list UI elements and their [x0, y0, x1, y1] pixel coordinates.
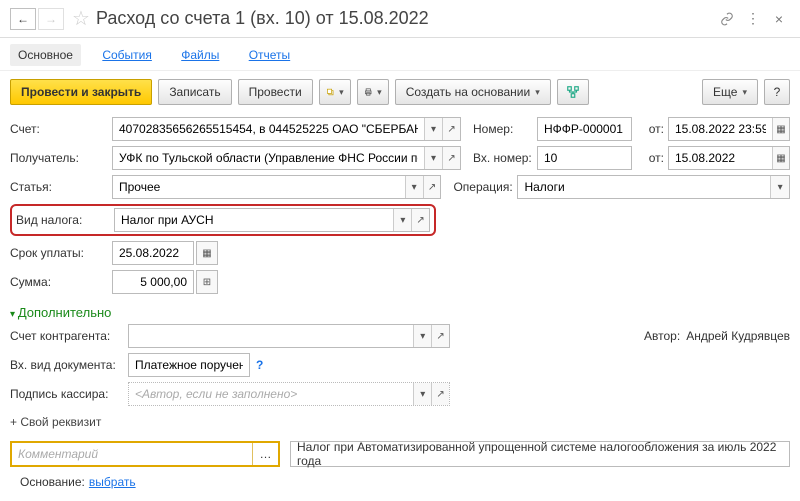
tab-bar: Основное События Файлы Отчеты — [0, 38, 800, 71]
more-icon[interactable]: ⋮ — [742, 8, 764, 30]
print-dropdown[interactable] — [357, 79, 389, 105]
open-icon[interactable]: ↗ — [423, 176, 441, 198]
number-label: Номер: — [473, 122, 537, 136]
save-button[interactable]: Записать — [158, 79, 231, 105]
tab-events[interactable]: События — [94, 44, 160, 66]
number-input[interactable] — [538, 118, 631, 140]
ext-doc-type-input[interactable] — [129, 354, 249, 376]
dropdown-icon[interactable]: ▾ — [413, 383, 431, 405]
window-header: ← → ☆ Расход со счета 1 (вх. 10) от 15.0… — [0, 0, 800, 38]
from-label-2: от: — [640, 151, 664, 165]
dropdown-icon[interactable]: ▾ — [424, 147, 442, 169]
additional-toggle[interactable]: Дополнительно — [10, 299, 790, 324]
close-icon[interactable]: × — [768, 8, 790, 30]
calendar-icon[interactable]: ▦ — [772, 118, 789, 140]
window-title: Расход со счета 1 (вх. 10) от 15.08.2022 — [96, 8, 712, 29]
ext-number-input[interactable] — [538, 147, 631, 169]
author-label: Автор: — [644, 329, 680, 343]
cashier-sign-input[interactable] — [129, 383, 413, 405]
cashier-sign-label: Подпись кассира: — [10, 387, 128, 401]
dropdown-icon[interactable]: ▾ — [405, 176, 423, 198]
calendar-icon[interactable]: ▦ — [772, 147, 789, 169]
command-toolbar: Провести и закрыть Записать Провести Соз… — [0, 71, 800, 113]
due-date-label: Срок уплаты: — [10, 246, 112, 260]
open-icon[interactable]: ↗ — [431, 383, 449, 405]
operation-label: Операция: — [453, 180, 517, 194]
open-icon[interactable]: ↗ — [442, 118, 460, 140]
link-icon[interactable] — [716, 8, 738, 30]
account-label: Счет: — [10, 122, 112, 136]
create-based-dropdown[interactable]: Создать на основании — [395, 79, 551, 105]
tab-reports[interactable]: Отчеты — [241, 44, 298, 66]
author-value: Андрей Кудрявцев — [686, 329, 790, 343]
basis-label: Основание: — [20, 475, 85, 489]
account-input[interactable] — [113, 118, 424, 140]
tax-type-label: Вид налога: — [16, 213, 114, 227]
ext-doc-type-label: Вх. вид документа: — [10, 358, 128, 372]
article-label: Статья: — [10, 180, 112, 194]
open-icon[interactable]: ↗ — [431, 325, 449, 347]
from-label: от: — [640, 122, 664, 136]
dropdown-icon[interactable]: ▾ — [770, 176, 789, 198]
tab-files[interactable]: Файлы — [173, 44, 227, 66]
form-body: Счет: ▾ ↗ Номер: от: ▦ Получатель: ▾ — [0, 113, 800, 493]
ext-number-label: Вх. номер: — [473, 151, 537, 165]
sum-label: Сумма: — [10, 275, 112, 289]
post-and-close-button[interactable]: Провести и закрыть — [10, 79, 152, 105]
datetime-input[interactable] — [669, 118, 772, 140]
copy-dropdown[interactable] — [319, 79, 351, 105]
description-text: Налог при Автоматизированной упрощенной … — [297, 440, 783, 468]
operation-input[interactable] — [518, 176, 770, 198]
basis-select-link[interactable]: выбрать — [89, 475, 136, 489]
post-button[interactable]: Провести — [238, 79, 313, 105]
comment-field: … — [10, 441, 280, 467]
open-icon[interactable]: ↗ — [442, 147, 460, 169]
relations-button[interactable] — [557, 79, 589, 105]
due-date-input[interactable] — [113, 242, 193, 264]
ext-date-input[interactable] — [669, 147, 772, 169]
calendar-icon[interactable]: ▦ — [197, 242, 217, 264]
dropdown-icon[interactable]: ▾ — [393, 209, 411, 231]
dropdown-icon[interactable]: ▾ — [424, 118, 442, 140]
recipient-input[interactable] — [113, 147, 424, 169]
description-box: Налог при Автоматизированной упрощенной … — [290, 441, 790, 467]
help-button[interactable]: ? — [764, 79, 790, 105]
article-input[interactable] — [113, 176, 405, 198]
forward-button[interactable]: → — [38, 8, 64, 30]
recipient-label: Получатель: — [10, 151, 112, 165]
tax-type-input[interactable] — [115, 209, 393, 231]
calculator-icon[interactable]: ⊞ — [197, 271, 217, 293]
dropdown-icon[interactable]: ▾ — [413, 325, 431, 347]
contragent-acc-input[interactable] — [129, 325, 413, 347]
comment-input[interactable] — [12, 443, 252, 465]
back-button[interactable]: ← — [10, 8, 36, 30]
more-dropdown[interactable]: Еще — [702, 79, 758, 105]
tab-main[interactable]: Основное — [10, 44, 81, 66]
open-icon[interactable]: ↗ — [411, 209, 429, 231]
favorite-icon[interactable]: ☆ — [72, 6, 90, 31]
sum-input[interactable] — [113, 271, 193, 293]
tax-type-highlight: Вид налога: ▾ ↗ — [10, 204, 436, 236]
add-requisite-button[interactable]: + Свой реквизит — [10, 411, 790, 435]
contragent-acc-label: Счет контрагента: — [10, 329, 128, 343]
comment-expand-button[interactable]: … — [252, 443, 278, 465]
help-icon[interactable]: ? — [256, 358, 263, 372]
